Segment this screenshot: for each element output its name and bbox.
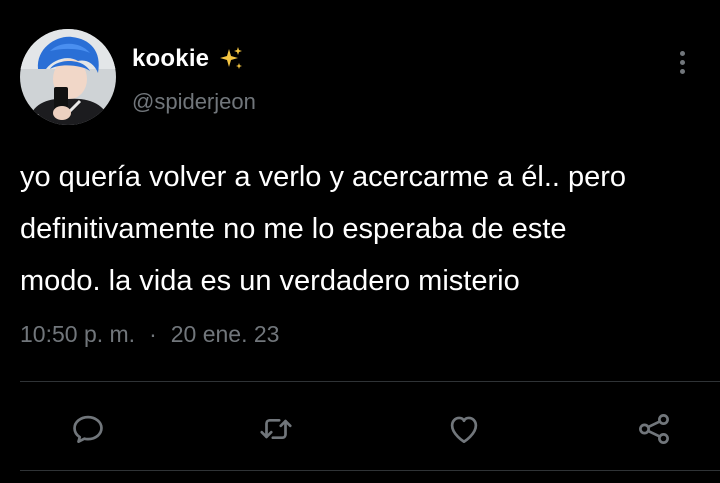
profile-photo: ulo <box>20 29 116 125</box>
author-handle[interactable]: @spiderjeon <box>132 86 256 118</box>
retweet-button[interactable] <box>250 403 302 455</box>
author-name-row[interactable]: kookie <box>132 43 245 75</box>
reply-icon <box>73 415 103 444</box>
display-name[interactable]: kookie <box>132 45 209 73</box>
tweet-time[interactable]: 10:50 p. m. <box>20 316 135 352</box>
sparkles-icon <box>217 45 245 73</box>
reply-button[interactable] <box>62 403 114 455</box>
like-button[interactable] <box>438 403 490 455</box>
more-dot-icon <box>679 68 685 74</box>
tweet-text: yo quería volver a verlo y acercarme a é… <box>20 161 627 297</box>
tweet-metadata: 10:50 p. m. · 20 ene. 23 <box>20 316 279 352</box>
more-options-button[interactable] <box>668 46 696 78</box>
more-dot-icon <box>679 59 685 65</box>
retweet-icon <box>260 418 292 440</box>
divider <box>20 381 720 382</box>
tweet-date[interactable]: 20 ene. 23 <box>171 316 280 352</box>
tweet-action-bar <box>0 403 720 455</box>
avatar[interactable]: ulo <box>20 29 116 125</box>
svg-text:ulo: ulo <box>26 112 40 122</box>
share-icon <box>639 414 669 444</box>
like-icon <box>450 416 478 444</box>
meta-separator: · <box>149 321 157 347</box>
divider <box>20 470 720 471</box>
share-button[interactable] <box>628 403 680 455</box>
more-dot-icon <box>679 50 685 56</box>
